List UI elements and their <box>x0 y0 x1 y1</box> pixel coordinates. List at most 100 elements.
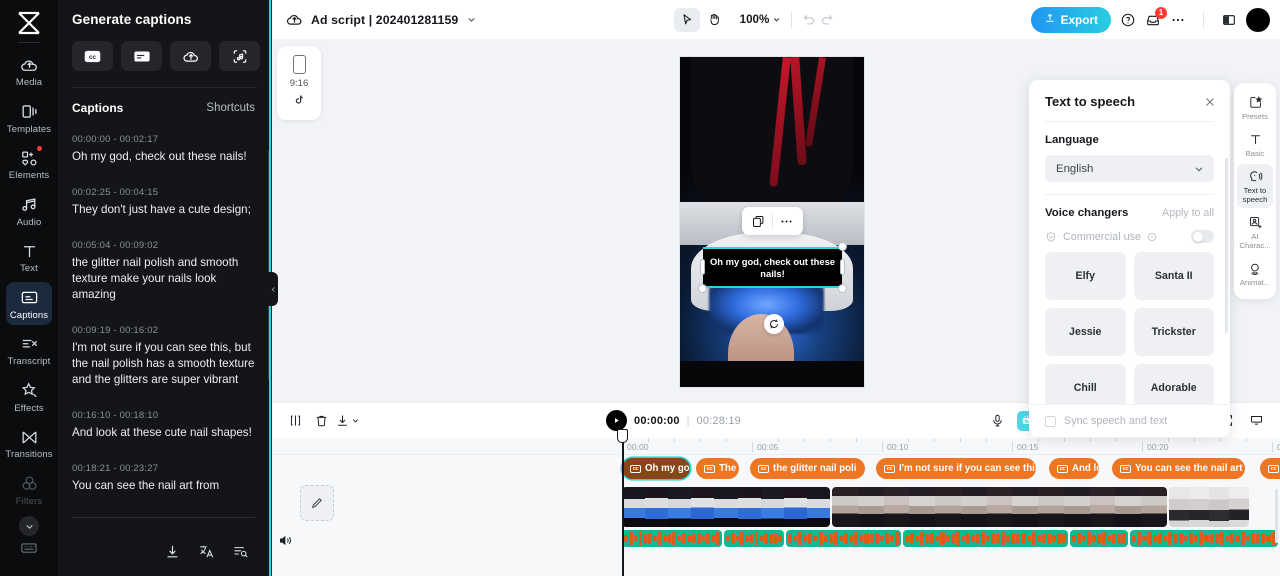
zoom-level-dropdown[interactable]: 100% <box>740 13 782 26</box>
rail-item-ai-character[interactable]: AI Charac... <box>1237 210 1273 254</box>
caption-text[interactable]: Oh my god, check out these nails! <box>72 149 257 165</box>
cursor-arrow-icon[interactable] <box>673 7 700 32</box>
caption-text[interactable]: I'm not sure if you can see this, but th… <box>72 340 257 388</box>
video-clip[interactable] <box>1169 487 1249 527</box>
undo-arrow-icon[interactable] <box>802 12 817 27</box>
apply-to-all-button[interactable]: Apply to all <box>1162 207 1214 219</box>
tts-scrollbar[interactable] <box>1225 158 1228 333</box>
voice-option[interactable]: Elfy <box>1045 252 1126 300</box>
language-select[interactable]: English <box>1045 155 1214 182</box>
translate-captions-button[interactable] <box>197 542 215 560</box>
hand-pan-icon[interactable] <box>702 8 728 32</box>
preview-monitor-icon[interactable] <box>1246 411 1268 431</box>
record-voiceover-button[interactable] <box>987 411 1009 431</box>
sidebar-item-transitions[interactable]: Transitions <box>5 421 53 465</box>
rail-item-animation[interactable]: Animat... <box>1237 256 1273 291</box>
video-clip[interactable] <box>832 487 1167 527</box>
duplicate-text-button[interactable] <box>745 208 772 234</box>
caption-list-item[interactable]: 00:00:00 - 00:02:17 Oh my god, check out… <box>72 126 257 179</box>
cloud-sync-icon[interactable] <box>286 11 303 28</box>
audio-clip[interactable] <box>786 530 901 547</box>
lyrics-sync-button[interactable] <box>219 41 260 71</box>
expand-rail-button[interactable] <box>19 516 39 536</box>
sidebar-item-media[interactable]: Media <box>6 49 52 93</box>
caption-clip[interactable]: cc The <box>696 458 739 479</box>
keyboard-shortcuts-icon[interactable] <box>20 539 38 562</box>
caption-text[interactable]: And look at these cute nail shapes! <box>72 425 257 441</box>
playhead-handle[interactable] <box>617 429 628 443</box>
chevron-down-icon[interactable] <box>466 14 477 25</box>
caption-list-item[interactable]: 00:02:25 - 00:04:15 They don't just have… <box>72 179 257 232</box>
timeline-ruler[interactable]: 00:00 00:05 00:10 00:15 00:20 00:25 00:3… <box>272 438 1280 455</box>
resize-handle-top-right[interactable] <box>839 243 846 250</box>
upload-captions-button[interactable] <box>170 41 211 71</box>
batch-edit-captions-button[interactable] <box>231 542 249 560</box>
caption-overlay-text[interactable]: Oh my god, check out these nails! <box>703 249 842 286</box>
sidebar-item-filters[interactable]: Filters <box>6 468 52 512</box>
shortcuts-link[interactable]: Shortcuts <box>206 102 255 114</box>
resize-handle-bottom-right[interactable] <box>839 285 846 292</box>
rail-item-presets[interactable]: Presets <box>1237 90 1273 125</box>
inbox-stack-icon[interactable]: 1 <box>1145 6 1167 28</box>
sidebar-item-captions[interactable]: Captions <box>6 281 52 325</box>
caption-clip[interactable]: cc And lo <box>1049 458 1099 479</box>
sidebar-item-audio[interactable]: Audio <box>6 189 52 233</box>
video-clip[interactable] <box>622 487 830 527</box>
sidebar-item-templates[interactable]: Templates <box>6 96 52 140</box>
ellipsis-icon[interactable] <box>1170 12 1186 28</box>
user-avatar[interactable] <box>1245 7 1270 32</box>
timeline-playhead[interactable] <box>617 429 628 576</box>
timeline-vertical-scrollbar[interactable] <box>1275 489 1278 543</box>
caption-list-item[interactable]: 00:05:04 - 00:09:02 the glitter nail pol… <box>72 232 257 317</box>
collapse-panel-button[interactable] <box>268 272 278 306</box>
commercial-use-toggle[interactable] <box>1191 230 1214 243</box>
audio-clip[interactable] <box>1130 530 1278 547</box>
export-captions-button[interactable] <box>163 542 181 560</box>
sidebar-item-effects[interactable]: Effects <box>6 375 52 419</box>
track-edit-button[interactable] <box>300 485 334 521</box>
audio-clip[interactable] <box>622 530 722 547</box>
text-selection-box[interactable]: Oh my god, check out these nails! <box>699 243 846 292</box>
caption-text[interactable]: You can see the nail art from <box>72 478 257 494</box>
sidebar-item-transcript[interactable]: Transcript <box>6 328 52 372</box>
split-button[interactable] <box>282 408 308 434</box>
rotate-handle-icon[interactable] <box>764 314 784 334</box>
video-clip-track[interactable] <box>272 487 1280 527</box>
split-layout-icon[interactable] <box>1221 12 1237 28</box>
audio-clip[interactable] <box>1070 530 1128 547</box>
close-x-icon[interactable] <box>1203 95 1217 109</box>
info-circle-icon[interactable] <box>1147 232 1157 242</box>
question-circle-icon[interactable] <box>1120 12 1136 28</box>
caption-list-item[interactable]: 00:16:10 - 00:18:10 And look at these cu… <box>72 402 257 455</box>
caption-list-item[interactable]: 00:18:21 - 00:23:27 You can see the nail… <box>72 455 257 508</box>
text-more-options-button[interactable] <box>773 208 800 234</box>
voice-option[interactable]: Jessie <box>1045 308 1126 356</box>
audio-clip[interactable] <box>724 530 784 547</box>
voice-option[interactable]: Trickster <box>1133 308 1214 356</box>
caption-text[interactable]: They don't just have a cute design; <box>72 202 257 218</box>
sidebar-item-elements[interactable]: Elements <box>6 142 52 186</box>
sidebar-item-text[interactable]: Text <box>6 235 52 279</box>
sync-speech-checkbox[interactable] <box>1045 415 1056 427</box>
rail-item-text-to-speech[interactable]: Text to speech <box>1237 164 1273 208</box>
delete-button[interactable] <box>308 408 334 434</box>
play-button[interactable] <box>606 410 628 431</box>
capcut-logo-icon[interactable] <box>12 8 46 38</box>
caption-clip[interactable]: cc I'm not sure if you can see this, bu <box>876 458 1036 479</box>
caption-clip[interactable]: cc the glitter nail poli <box>750 458 865 479</box>
video-track-mute-button[interactable] <box>278 533 293 548</box>
caption-clip-track[interactable]: cc Oh my god, c cc The cc the glitter na… <box>272 455 1280 482</box>
caption-list-item[interactable]: 00:09:19 - 00:16:02 I'm not sure if you … <box>72 317 257 402</box>
rail-item-basic[interactable]: Basic <box>1237 127 1273 162</box>
resize-handle-bottom-left[interactable] <box>699 285 706 292</box>
resize-handle-right[interactable] <box>841 260 844 274</box>
aspect-ratio-card[interactable]: 9:16 <box>277 46 321 120</box>
resize-handle-left[interactable] <box>701 260 704 274</box>
caption-text[interactable]: the glitter nail polish and smooth textu… <box>72 255 257 303</box>
caption-clip[interactable]: cc You can see the nail art fro <box>1112 458 1245 479</box>
manual-captions-button[interactable] <box>121 41 162 71</box>
video-preview[interactable]: Oh my god, check out these nails! <box>680 57 864 387</box>
export-button[interactable]: Export <box>1030 6 1111 33</box>
captions-list[interactable]: 00:00:00 - 00:02:17 Oh my god, check out… <box>58 126 271 518</box>
voice-option[interactable]: Santa II <box>1133 252 1214 300</box>
